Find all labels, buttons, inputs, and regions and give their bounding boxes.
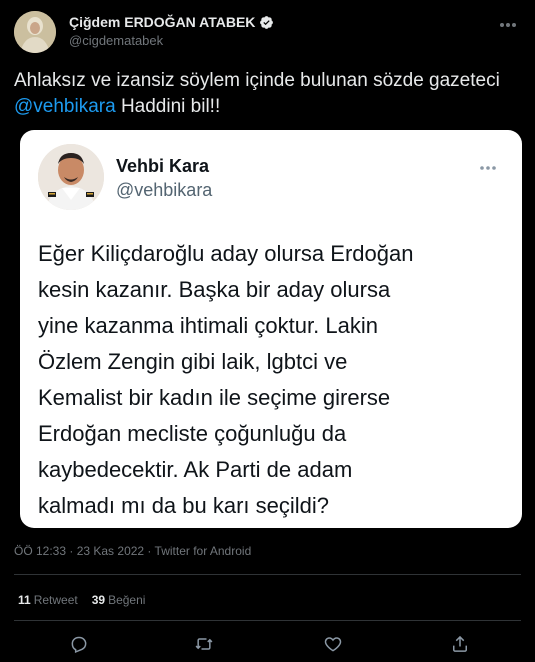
quoted-more-options-button[interactable] [476, 160, 500, 176]
tweet-detail: Çiğdem ERDOĞAN ATABEK @cigdematabek Ahla… [0, 0, 535, 662]
mention-link[interactable]: @vehbikara [14, 96, 116, 117]
retweets-label: Retweet [33, 593, 78, 607]
quoted-author-handle[interactable]: @vehbikara [116, 179, 212, 201]
quoted-author-name[interactable]: Vehbi Kara [116, 155, 212, 177]
author-avatar-image [14, 11, 56, 53]
tweet-actions [0, 630, 535, 658]
retweet-button[interactable] [190, 630, 218, 658]
tweet-text-after: Haddini bil!! [115, 96, 221, 117]
heart-icon [324, 637, 342, 652]
author-info: Çiğdem ERDOĞAN ATABEK @cigdematabek [69, 13, 274, 50]
likes-stat[interactable]: 39 Beğeni [92, 592, 146, 608]
author-avatar[interactable] [14, 11, 56, 53]
more-horizontal-icon [480, 166, 496, 170]
divider [14, 620, 521, 621]
share-button[interactable] [446, 630, 474, 658]
retweets-stat[interactable]: 11 Retweet [18, 592, 78, 608]
quoted-author-info: Vehbi Kara @vehbikara [116, 155, 212, 201]
quoted-tweet-text: Eğer Kiliçdaroğlu aday olursa Erdoğan ke… [38, 241, 414, 518]
more-horizontal-icon [500, 23, 516, 27]
quoted-tweet-card[interactable]: Vehbi Kara @vehbikara Eğer Kiliçdaroğlu … [20, 130, 522, 528]
tweet-header: Çiğdem ERDOĞAN ATABEK @cigdematabek [14, 11, 521, 53]
likes-count: 39 [91, 593, 106, 607]
more-options-button[interactable] [497, 15, 519, 35]
divider [14, 574, 521, 575]
like-button[interactable] [319, 630, 347, 658]
reply-icon [71, 636, 87, 654]
author-display-name-row[interactable]: Çiğdem ERDOĞAN ATABEK [69, 13, 274, 31]
reply-button[interactable] [65, 630, 93, 658]
author-handle[interactable]: @cigdematabek [69, 32, 274, 50]
quoted-author-avatar[interactable] [38, 144, 104, 210]
share-icon [453, 635, 467, 652]
likes-label: Beğeni [108, 593, 146, 607]
tweet-text: Ahlaksız ve izansiz söylem içinde buluna… [14, 68, 519, 120]
retweets-count: 11 [18, 593, 31, 607]
tweet-text-before: Ahlaksız ve izansiz söylem içinde buluna… [14, 70, 500, 91]
tweet-stats: 11 Retweet 39 Beğeni [18, 592, 145, 608]
author-display-name[interactable]: Çiğdem ERDOĞAN ATABEK [69, 13, 255, 31]
tweet-timestamp[interactable]: ÖÖ 12:33 · 23 Kas 2022 · Twitter for And… [14, 543, 251, 559]
retweet-icon [195, 638, 213, 650]
quoted-author-avatar-image [38, 144, 104, 210]
verified-badge-icon [260, 15, 274, 29]
